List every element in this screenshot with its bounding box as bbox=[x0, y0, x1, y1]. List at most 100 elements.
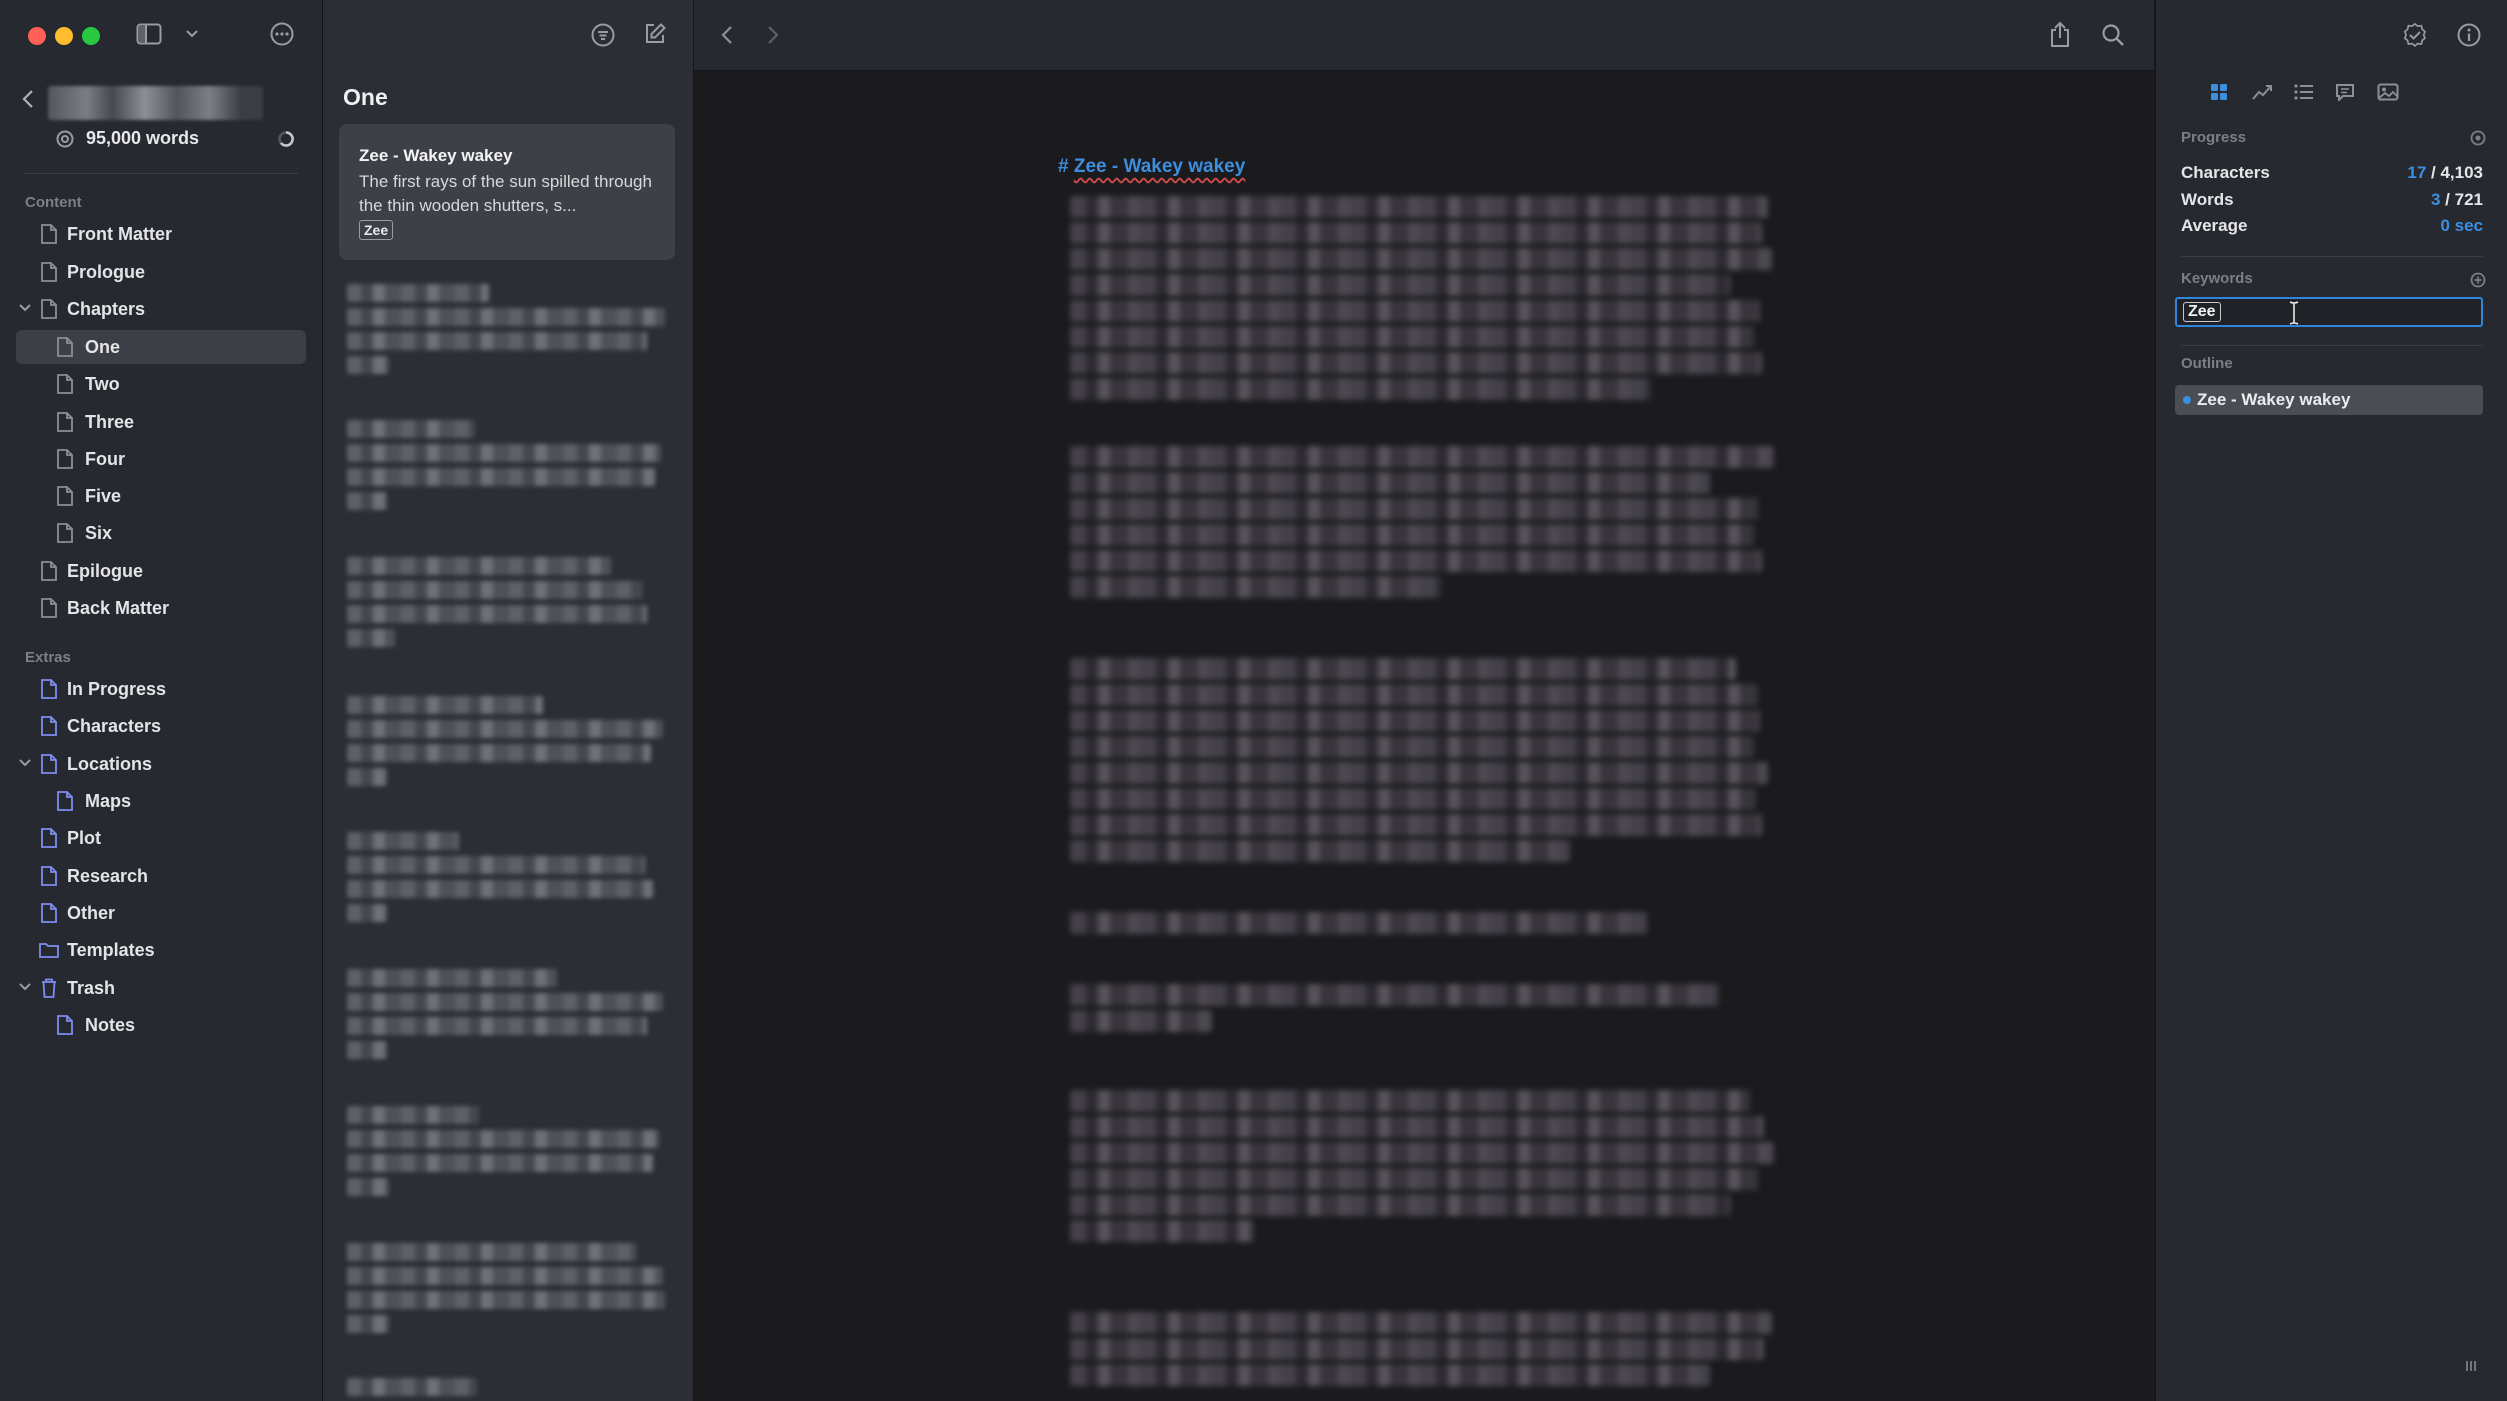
sidebar-item-three[interactable]: Three bbox=[16, 405, 306, 439]
sidebar-item-in-progress[interactable]: In Progress bbox=[16, 672, 306, 706]
sidebar: 95,000 words Content Front Matter Prolog… bbox=[0, 0, 323, 1401]
sidebar-item-research[interactable]: Research bbox=[16, 859, 306, 893]
keywords-input[interactable]: Zee bbox=[2175, 297, 2483, 327]
chevron-down-icon[interactable] bbox=[18, 756, 32, 770]
average-value: 0 sec bbox=[2440, 216, 2483, 236]
info-icon[interactable] bbox=[2457, 23, 2481, 47]
list-item[interactable] bbox=[347, 694, 665, 798]
add-keyword-icon[interactable] bbox=[2470, 272, 2486, 288]
characters-current: 17 bbox=[2407, 163, 2427, 182]
list-item[interactable] bbox=[347, 830, 665, 934]
close-window-button[interactable] bbox=[28, 27, 46, 45]
sidebar-item-other[interactable]: Other bbox=[16, 896, 306, 930]
divider bbox=[24, 173, 298, 174]
words-label: Words bbox=[2181, 190, 2234, 209]
section-keywords: Keywords bbox=[2181, 270, 2253, 287]
sidebar-item-templates[interactable]: Templates bbox=[16, 933, 306, 967]
sidebar-item-maps[interactable]: Maps bbox=[16, 784, 306, 818]
outline-item[interactable]: Zee - Wakey wakey bbox=[2175, 385, 2483, 415]
sidebar-item-five[interactable]: Five bbox=[16, 479, 306, 513]
characters-total: / 4,103 bbox=[2426, 163, 2483, 182]
document-icon bbox=[40, 715, 58, 737]
divider bbox=[2181, 345, 2483, 346]
folder-icon bbox=[38, 941, 60, 959]
target-icon bbox=[56, 130, 74, 148]
sidebar-toggle-icon[interactable] bbox=[136, 23, 162, 45]
list-item[interactable] bbox=[347, 418, 665, 522]
section-progress: Progress bbox=[2181, 129, 2247, 146]
document-list: One Zee - Wakey wakey The first rays of … bbox=[323, 0, 694, 1401]
section-outline: Outline bbox=[2181, 355, 2233, 372]
document-card-selected[interactable]: Zee - Wakey wakey The first rays of the … bbox=[339, 124, 675, 260]
document-icon bbox=[56, 411, 74, 433]
sidebar-item-locations[interactable]: Locations bbox=[16, 747, 306, 781]
sidebar-item-plot[interactable]: Plot bbox=[16, 821, 306, 855]
forward-arrow-icon[interactable] bbox=[766, 25, 780, 45]
characters-row: Characters 17 / 4,103 bbox=[2181, 163, 2483, 183]
sidebar-item-back-matter[interactable]: Back Matter bbox=[16, 591, 306, 625]
back-arrow-icon[interactable] bbox=[720, 25, 734, 45]
sidebar-item-front-matter[interactable]: Front Matter bbox=[16, 217, 306, 251]
outline-item-label: Zee - Wakey wakey bbox=[2197, 390, 2351, 409]
document-icon bbox=[56, 485, 74, 507]
project-title bbox=[48, 86, 263, 120]
more-options-icon[interactable] bbox=[270, 22, 294, 46]
document-icon bbox=[56, 336, 74, 358]
sidebar-item-prologue[interactable]: Prologue bbox=[16, 255, 306, 289]
share-icon[interactable] bbox=[2049, 21, 2071, 49]
sidebar-item-two[interactable]: Two bbox=[16, 367, 306, 401]
document-icon bbox=[56, 373, 74, 395]
document-icon bbox=[40, 827, 58, 849]
back-chevron-icon[interactable] bbox=[22, 90, 34, 108]
search-icon[interactable] bbox=[2101, 23, 2125, 47]
chevron-down-icon[interactable] bbox=[186, 30, 198, 38]
document-icon bbox=[56, 448, 74, 470]
sidebar-item-characters[interactable]: Characters bbox=[16, 709, 306, 743]
word-count: 95,000 words bbox=[56, 128, 199, 149]
settings-gear-icon[interactable] bbox=[2470, 130, 2486, 146]
editor[interactable]: # Zee - Wakey wakey bbox=[694, 0, 2154, 1401]
sidebar-item-four[interactable]: Four bbox=[16, 442, 306, 476]
card-keyword-tag: Zee bbox=[359, 220, 394, 240]
document-icon bbox=[56, 790, 74, 812]
list-title: One bbox=[343, 84, 388, 110]
check-badge-icon[interactable] bbox=[2402, 22, 2428, 48]
keyword-tag[interactable]: Zee bbox=[2183, 302, 2221, 322]
chevron-down-icon[interactable] bbox=[18, 301, 32, 315]
characters-label: Characters bbox=[2181, 163, 2270, 182]
card-excerpt: The first rays of the sun spilled throug… bbox=[359, 172, 652, 215]
document-icon bbox=[40, 223, 58, 245]
tab-comments-icon[interactable] bbox=[2335, 83, 2355, 101]
list-item[interactable] bbox=[347, 555, 665, 659]
progress-ring-icon bbox=[278, 131, 294, 147]
sidebar-item-epilogue[interactable]: Epilogue bbox=[16, 554, 306, 588]
document-icon bbox=[40, 678, 58, 700]
document-heading[interactable]: # Zee - Wakey wakey bbox=[1058, 156, 1245, 178]
tab-list-icon[interactable] bbox=[2294, 84, 2314, 100]
tab-statistics-chart-icon[interactable] bbox=[2252, 83, 2272, 101]
tab-image-icon[interactable] bbox=[2377, 83, 2399, 101]
average-row: Average 0 sec bbox=[2181, 216, 2483, 236]
list-item[interactable] bbox=[347, 1104, 665, 1208]
filter-icon[interactable] bbox=[591, 23, 615, 47]
list-item[interactable] bbox=[347, 967, 665, 1071]
divider bbox=[2181, 256, 2483, 257]
tab-overview-grid-icon[interactable] bbox=[2210, 83, 2228, 101]
list-item[interactable] bbox=[347, 282, 665, 386]
section-extras: Extras bbox=[25, 649, 71, 666]
zoom-window-button[interactable] bbox=[82, 27, 100, 45]
sidebar-item-trash[interactable]: Trash bbox=[16, 971, 306, 1005]
minimize-window-button[interactable] bbox=[55, 27, 73, 45]
sidebar-item-notes[interactable]: Notes bbox=[16, 1008, 306, 1042]
word-count-label: 95,000 words bbox=[86, 128, 200, 148]
sidebar-item-six[interactable]: Six bbox=[16, 516, 306, 550]
sidebar-item-one[interactable]: One bbox=[16, 330, 306, 364]
compose-icon[interactable] bbox=[643, 22, 667, 46]
resize-handle-icon[interactable] bbox=[2463, 1358, 2479, 1374]
chevron-down-icon[interactable] bbox=[18, 980, 32, 994]
words-value: 3 / 721 bbox=[2431, 190, 2483, 210]
list-item[interactable] bbox=[347, 1241, 665, 1345]
list-item[interactable] bbox=[347, 1374, 665, 1401]
sidebar-item-chapters[interactable]: Chapters bbox=[16, 292, 306, 326]
document-icon bbox=[40, 298, 58, 320]
